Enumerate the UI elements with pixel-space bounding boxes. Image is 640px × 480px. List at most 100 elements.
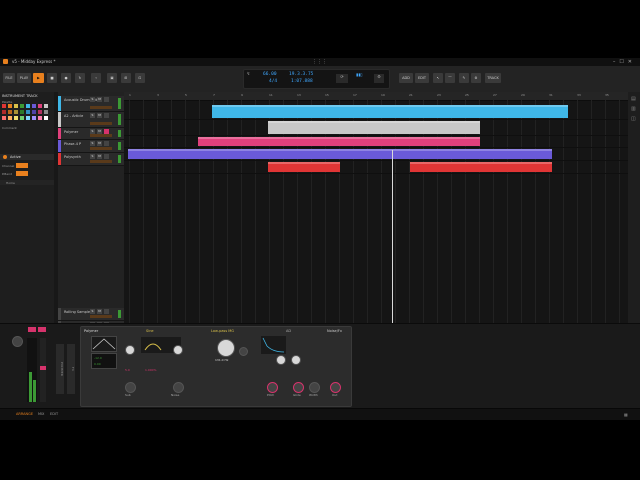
palette-swatch[interactable]: [20, 104, 24, 108]
loop-region-icon[interactable]: ⟳: [336, 74, 348, 83]
stop-button[interactable]: ■: [47, 73, 57, 83]
overdub-button[interactable]: ▣: [107, 73, 117, 83]
palette-swatch[interactable]: [20, 110, 24, 114]
palette-swatch[interactable]: [8, 116, 12, 120]
mode-add-button[interactable]: ADD: [399, 73, 413, 83]
mute-button[interactable]: M: [97, 141, 102, 146]
track-header[interactable]: Polysynth S M: [58, 153, 124, 166]
filter-type[interactable]: Low-pass MG: [211, 329, 234, 333]
mute-button[interactable]: M: [97, 97, 102, 102]
record-arm-button[interactable]: [104, 113, 109, 118]
tempo-value[interactable]: 66.00: [263, 72, 277, 77]
fader[interactable]: [40, 338, 46, 402]
active-row[interactable]: Active: [0, 154, 54, 160]
volume-knob[interactable]: [12, 336, 23, 347]
mute-button[interactable]: M: [97, 113, 102, 118]
record-button[interactable]: ●: [61, 73, 71, 83]
solo-button[interactable]: S: [90, 141, 95, 146]
mix-tab[interactable]: MIX: [38, 412, 44, 416]
palette-swatch[interactable]: [2, 110, 6, 114]
solo-button[interactable]: S: [90, 113, 95, 118]
instrument-chain-tab[interactable]: POLYMER: [56, 344, 64, 394]
palette-swatch[interactable]: [38, 110, 42, 114]
palette-swatch[interactable]: [20, 116, 24, 120]
metronome-button[interactable]: ⊡: [135, 73, 145, 83]
sub-knob[interactable]: [125, 382, 136, 393]
file-button[interactable]: FILE: [3, 73, 15, 83]
solo-button[interactable]: S: [90, 309, 95, 314]
palette-swatch[interactable]: [14, 110, 18, 114]
palette-swatch[interactable]: [26, 104, 30, 108]
mute-button[interactable]: M: [97, 154, 102, 159]
env-type[interactable]: AD: [286, 329, 291, 333]
mod-type[interactable]: Noise/Fx: [327, 329, 342, 333]
solo-button[interactable]: S: [90, 97, 95, 102]
osc-knob-2[interactable]: [173, 345, 183, 355]
sidebar-icon-3[interactable]: ◫: [631, 116, 636, 122]
sidebar-icon-1[interactable]: ▤: [631, 96, 636, 102]
osc-knob-1[interactable]: [125, 345, 135, 355]
palette-swatch[interactable]: [2, 104, 6, 108]
channel-selector[interactable]: [16, 163, 28, 168]
record-arm-button[interactable]: [104, 141, 109, 146]
palette-swatch[interactable]: [44, 116, 48, 120]
clip[interactable]: [268, 162, 340, 172]
palette-swatch[interactable]: [8, 104, 12, 108]
volume-slider[interactable]: [90, 134, 112, 137]
loop-button[interactable]: ↻: [75, 73, 85, 83]
window-controls[interactable]: –☐✕: [613, 59, 636, 65]
width-knob[interactable]: [309, 382, 320, 393]
clip[interactable]: [212, 105, 568, 118]
palette-swatch[interactable]: [26, 116, 30, 120]
volume-slider[interactable]: [90, 106, 112, 109]
color-palette[interactable]: [2, 104, 50, 122]
split-tool-icon[interactable]: ⌒: [445, 73, 455, 83]
draw-tool-icon[interactable]: ✎: [459, 73, 469, 83]
palette-swatch[interactable]: [14, 104, 18, 108]
power-icon[interactable]: [3, 155, 7, 159]
solo-button[interactable]: S: [90, 154, 95, 159]
input-row[interactable]: Home: [0, 180, 54, 185]
clip[interactable]: [268, 121, 480, 134]
record-arm-button[interactable]: [104, 97, 109, 102]
palette-swatch[interactable]: [38, 116, 42, 120]
layout-icon[interactable]: ▦: [624, 412, 628, 417]
attack-knob[interactable]: [276, 355, 286, 365]
track-header[interactable]: Polymer S M: [58, 128, 124, 140]
palette-swatch[interactable]: [32, 104, 36, 108]
automation-button[interactable]: ⌁: [91, 73, 101, 83]
play-button[interactable]: ▶: [33, 73, 44, 83]
record-arm-icon[interactable]: [28, 327, 36, 332]
out-knob[interactable]: [330, 382, 341, 393]
track-lane[interactable]: [124, 161, 628, 174]
clip[interactable]: [198, 137, 480, 146]
track-header[interactable]: Rolling Sampler S M: [58, 308, 124, 321]
pitch-knob[interactable]: [267, 382, 278, 393]
edit-tab[interactable]: EDIT: [50, 412, 58, 416]
play-menu-button[interactable]: PLAY: [17, 73, 31, 83]
menu-dots-icon[interactable]: ⋮⋮⋮: [312, 59, 327, 65]
glide-knob[interactable]: [293, 382, 304, 393]
noise-knob[interactable]: [173, 382, 184, 393]
mode-track-button[interactable]: TRACK: [485, 73, 501, 83]
palette-swatch[interactable]: [32, 116, 36, 120]
palette-swatch[interactable]: [44, 104, 48, 108]
arrange-tab[interactable]: ARRANGE: [16, 412, 33, 416]
pbend-selector[interactable]: [16, 171, 28, 176]
track-header[interactable]: Phase-4 P SM: [58, 140, 124, 153]
track-header[interactable]: Acoustic Drums Kit S M: [58, 96, 124, 112]
record-arm-button[interactable]: [104, 154, 109, 159]
mute-button[interactable]: M: [97, 309, 102, 314]
monitor-icon[interactable]: [38, 327, 46, 332]
palette-swatch[interactable]: [14, 116, 18, 120]
volume-slider[interactable]: [90, 315, 112, 318]
resonance-knob[interactable]: [239, 347, 248, 356]
cutoff-knob[interactable]: [217, 339, 235, 357]
punch-button[interactable]: ⊞: [121, 73, 131, 83]
palette-swatch[interactable]: [44, 110, 48, 114]
mode-edit-button[interactable]: EDIT: [415, 73, 429, 83]
track-header[interactable]: A2 - Article S M: [58, 112, 124, 128]
time-signature[interactable]: 4/4: [269, 79, 277, 84]
palette-swatch[interactable]: [2, 116, 6, 120]
volume-slider[interactable]: [90, 160, 112, 163]
